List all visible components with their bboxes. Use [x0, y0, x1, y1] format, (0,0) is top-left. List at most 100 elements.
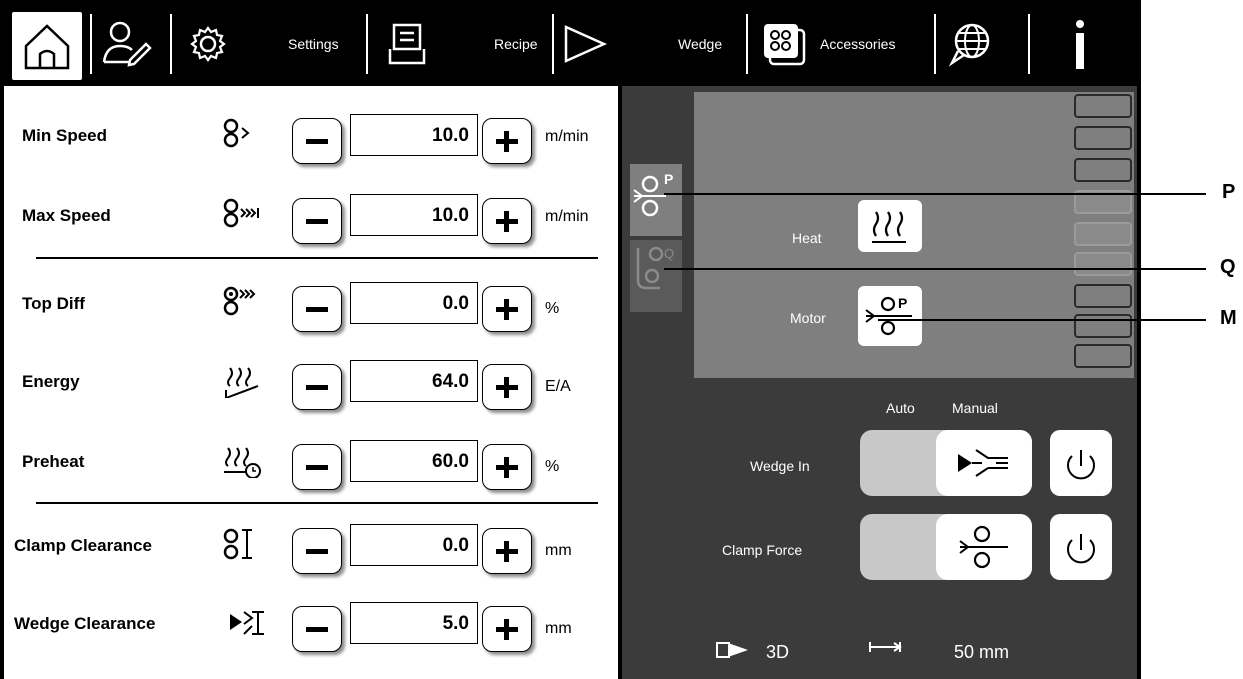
heat-icon [872, 211, 906, 243]
unit-label: % [545, 300, 560, 317]
svg-text:P: P [898, 295, 907, 311]
param-label: Clamp Clearance [14, 536, 152, 555]
quality-icon: Q [636, 246, 674, 290]
wedge-in-icon [958, 449, 1008, 477]
param-row-wedge-clearance: Wedge Clearance 5.0 mm [4, 592, 618, 652]
decrement-button[interactable] [292, 606, 342, 652]
section-divider [36, 502, 598, 504]
callout-line-m [878, 319, 1206, 321]
min-speed-icon [223, 118, 250, 148]
clamp-clearance-icon [223, 528, 252, 560]
max-speed-icon [223, 198, 259, 228]
motor-pressure-icon: P [865, 295, 912, 336]
toolbar-separator [170, 14, 172, 74]
increment-button[interactable] [482, 364, 532, 410]
toolbar-separator [934, 14, 936, 74]
param-label: Min Speed [22, 126, 108, 145]
home-button[interactable] [12, 12, 82, 80]
toolbar-separator [90, 14, 92, 74]
wedge-mode-icon [716, 642, 748, 658]
param-row-clamp-clearance: Clamp Clearance 0.0 mm [4, 514, 618, 574]
toggle-knob [936, 514, 1032, 580]
value-field[interactable]: 10.0 [350, 194, 478, 236]
settings-button[interactable]: Settings [180, 4, 366, 84]
indicator-led [1074, 344, 1132, 368]
decrement-button[interactable] [292, 528, 342, 574]
callout-label-q: Q [1220, 256, 1236, 278]
globe-icon [948, 23, 990, 67]
manual-label: Manual [952, 400, 998, 416]
indicator-led [1074, 158, 1132, 182]
info-button[interactable] [1040, 4, 1120, 84]
tab-quality[interactable]: Q [630, 240, 682, 312]
callout-line-q [664, 268, 1206, 270]
increment-button[interactable] [482, 444, 532, 490]
param-row-preheat: Preheat 60.0 % [4, 430, 618, 490]
motor-button[interactable]: P [858, 286, 922, 346]
decrement-button[interactable] [292, 198, 342, 244]
increment-button[interactable] [482, 286, 532, 332]
recipe-icon [388, 23, 426, 65]
recipe-button[interactable]: Recipe [374, 4, 554, 84]
clamp-force-toggle[interactable] [860, 514, 1032, 580]
svg-text:Q: Q [664, 246, 674, 261]
increment-button[interactable] [482, 198, 532, 244]
toolbar-separator [366, 14, 368, 74]
param-label: Energy [22, 372, 80, 391]
user-button[interactable] [96, 4, 166, 84]
svg-text:P: P [664, 171, 673, 187]
clamp-power-button[interactable] [1050, 514, 1112, 580]
preheat-icon [224, 447, 261, 478]
tab-motor-pressure[interactable]: P [630, 164, 682, 236]
value-field[interactable]: 60.0 [350, 440, 478, 482]
gear-icon [190, 26, 226, 62]
unit-label: E/A [545, 378, 571, 395]
param-row-energy: Energy 64.0 E/A [4, 350, 618, 410]
indicator-led [1074, 284, 1132, 308]
param-row-max-speed: Max Speed 10.0 m/min [4, 184, 618, 244]
decrement-button[interactable] [292, 364, 342, 410]
value-field[interactable]: 64.0 [350, 360, 478, 402]
top-diff-icon [223, 286, 256, 316]
callout-label-m: M [1220, 307, 1237, 329]
callout-line-p [664, 193, 1206, 195]
heat-button[interactable] [858, 200, 922, 252]
wedge-label: Wedge [678, 36, 723, 52]
value-field[interactable]: 0.0 [350, 524, 478, 566]
toolbar-separator [552, 14, 554, 74]
unit-label: m/min [545, 208, 589, 225]
home-icon [24, 24, 70, 70]
unit-label: m/min [545, 128, 589, 145]
decrement-button[interactable] [292, 286, 342, 332]
accessories-label: Accessories [820, 36, 896, 52]
toolbar-separator [746, 14, 748, 74]
motor-label: Motor [790, 310, 826, 326]
increment-button[interactable] [482, 528, 532, 574]
value-field[interactable]: 5.0 [350, 602, 478, 644]
increment-button[interactable] [482, 606, 532, 652]
wedge-in-label: Wedge In [750, 458, 810, 474]
increment-button[interactable] [482, 118, 532, 164]
power-icon [1067, 534, 1095, 564]
decrement-button[interactable] [292, 444, 342, 490]
mode-value: 3D [766, 642, 790, 662]
wedge-power-button[interactable] [1050, 430, 1112, 496]
accessories-button[interactable]: Accessories [760, 4, 932, 84]
energy-icon [225, 367, 259, 398]
wedge-in-toggle[interactable] [860, 430, 1032, 496]
motor-pressure-icon: P [633, 171, 673, 217]
recipe-label: Recipe [494, 36, 538, 52]
value-field[interactable]: 0.0 [350, 282, 478, 324]
language-button[interactable] [946, 4, 1016, 84]
width-value: 50 mm [954, 642, 1010, 662]
value-field[interactable]: 10.0 [350, 114, 478, 156]
param-label: Top Diff [22, 294, 85, 313]
indicator-led [1074, 314, 1132, 338]
decrement-button[interactable] [292, 118, 342, 164]
indicator-led [1074, 94, 1132, 118]
width-icon [869, 642, 902, 652]
wedge-button[interactable]: Wedge [556, 4, 744, 84]
clamp-force-label: Clamp Force [722, 542, 803, 558]
unit-label: mm [545, 620, 572, 637]
heat-label: Heat [792, 230, 822, 246]
